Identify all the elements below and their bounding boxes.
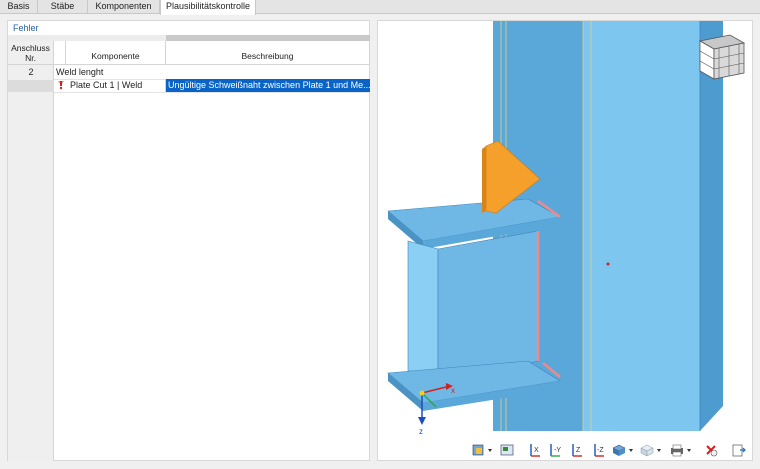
column-header-anschluss-line1: Anschluss: [11, 43, 50, 53]
tab-bar: Basis Stäbe Komponenten Plausibilitätsko…: [0, 0, 760, 15]
error-icon: [56, 79, 66, 92]
view-z-icon[interactable]: Z: [568, 442, 586, 459]
axis-x-label: x: [451, 386, 455, 395]
model-viewport[interactable]: x z: [377, 20, 753, 461]
tab-basis[interactable]: Basis: [0, 0, 38, 14]
row-divider: [54, 92, 370, 93]
view-x-icon[interactable]: X: [526, 442, 544, 459]
svg-text:-Y: -Y: [554, 447, 561, 454]
table-row-komponente[interactable]: Plate Cut 1 | Weld: [70, 79, 166, 92]
transparency-icon[interactable]: [638, 442, 664, 459]
column-header-komponente[interactable]: Komponente: [66, 41, 166, 65]
beam-web: [437, 230, 539, 384]
section-title: Fehler: [13, 23, 39, 33]
svg-text:X: X: [534, 447, 539, 454]
reset-icon[interactable]: [702, 442, 720, 459]
tab-staebe[interactable]: Stäbe: [38, 0, 88, 14]
node-point: [606, 262, 610, 266]
row-header-selected[interactable]: [8, 80, 54, 92]
column-edge: [700, 21, 723, 431]
view-iso-icon[interactable]: -Z: [590, 442, 608, 459]
table-row-beschreibung[interactable]: Ungültige Schweißnaht zwischen Plate 1 u…: [166, 79, 370, 92]
group-number: 2: [28, 67, 34, 77]
print-icon[interactable]: [668, 442, 694, 459]
axis-origin: [419, 390, 425, 396]
export-icon[interactable]: [730, 442, 748, 459]
tab-plausibilitaetskontrolle[interactable]: Plausibilitätskontrolle: [160, 0, 256, 15]
row-number-column: [8, 65, 54, 461]
view-cube[interactable]: [698, 34, 746, 80]
section-icon[interactable]: [470, 442, 494, 459]
error-panel: Fehler Anschluss Nr. Komponente Beschrei…: [7, 20, 370, 461]
column-header-marker: [54, 41, 66, 65]
display-icon[interactable]: [498, 442, 516, 459]
column-header-anschluss[interactable]: Anschluss Nr.: [8, 41, 54, 65]
group-label[interactable]: Weld lenght: [56, 66, 356, 79]
steel-model: x z: [387, 21, 746, 436]
axis-z-label: z: [419, 427, 423, 436]
column-header-anschluss-line2: Nr.: [25, 53, 36, 63]
column-header-beschreibung[interactable]: Beschreibung: [166, 41, 370, 65]
tab-komponenten[interactable]: Komponenten: [88, 0, 160, 14]
column-face: [583, 21, 700, 431]
svg-text:Z: Z: [576, 447, 581, 454]
svg-text:-Z: -Z: [597, 447, 604, 454]
axis-z-arrow: [418, 417, 426, 425]
stiffener-plate-edge: [482, 146, 486, 213]
view-y-icon[interactable]: -Y: [546, 442, 566, 459]
column-divider: [165, 79, 166, 92]
render-icon[interactable]: [610, 442, 636, 459]
beam-web-face: [407, 240, 439, 372]
